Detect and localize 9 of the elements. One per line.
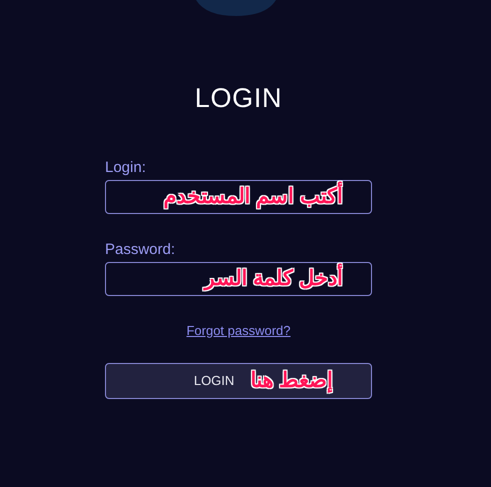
input-field[interactable]: أدخل كلمة السر <box>105 262 372 296</box>
field-label: Login: <box>105 158 147 178</box>
field-label: Password: <box>105 240 176 260</box>
annotation-text: إضغط هنا <box>250 368 334 395</box>
page-title: LOGIN <box>194 82 282 114</box>
input-field[interactable]: أكتب اسم المستخدم <box>105 180 372 214</box>
forgot-password-link[interactable]: Forgot password? <box>186 321 291 340</box>
annotation-text: أدخل كلمة السر <box>204 263 343 295</box>
annotation-text: أكتب اسم المستخدم <box>163 181 343 213</box>
